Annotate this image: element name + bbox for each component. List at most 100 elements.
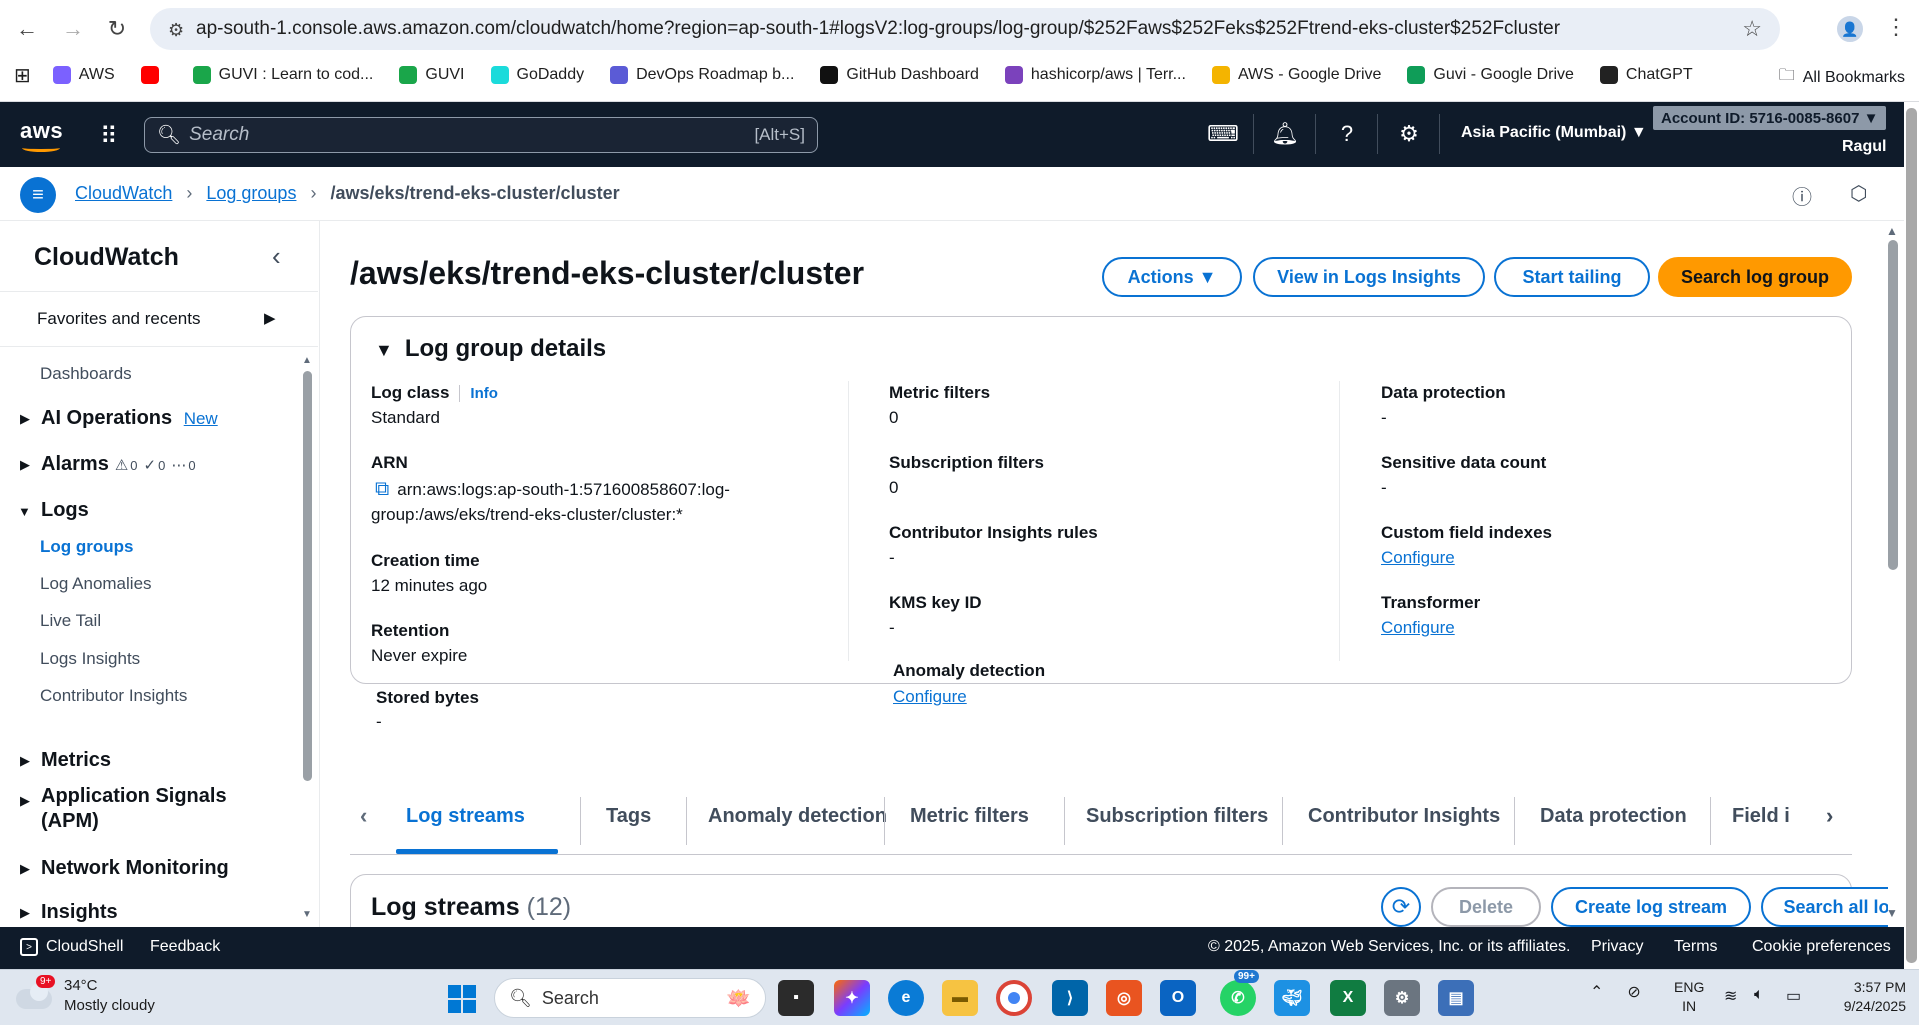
aws-logo[interactable]: aws bbox=[20, 118, 63, 152]
forward-icon[interactable]: → bbox=[58, 14, 88, 44]
wifi-icon[interactable]: ≋ bbox=[1724, 986, 1737, 1006]
sidebar-scrollbar[interactable] bbox=[303, 371, 312, 781]
cloudshell-link[interactable]: > CloudShell bbox=[20, 938, 123, 956]
region-selector[interactable]: Asia Pacific (Mumbai) ▼ bbox=[1461, 124, 1647, 142]
search-input[interactable]: 🔍︎ Search [Alt+S] bbox=[144, 117, 818, 153]
info-circle-icon[interactable]: ⓘ bbox=[1792, 181, 1812, 210]
bookmark-item[interactable]: AWS bbox=[52, 66, 115, 84]
battery-icon[interactable]: ▭ bbox=[1786, 986, 1801, 1006]
bookmark-star-icon[interactable]: ☆ bbox=[1742, 16, 1762, 42]
bookmark-item[interactable]: ChatGPT bbox=[1599, 66, 1693, 84]
edge-icon[interactable]: e bbox=[888, 980, 924, 1016]
whatsapp-icon[interactable]: ✆ 99+ bbox=[1220, 970, 1259, 1016]
address-bar[interactable]: ⚙ ap-south-1.console.aws.amazon.com/clou… bbox=[150, 8, 1780, 50]
notepad-icon[interactable]: ▤ bbox=[1438, 980, 1474, 1016]
tab-log-streams[interactable]: Log streams bbox=[406, 805, 525, 828]
create-log-stream-button[interactable]: Create log stream bbox=[1551, 887, 1751, 927]
settings-gear-icon[interactable]: ⚙ bbox=[1395, 120, 1423, 148]
scroll-up-icon[interactable]: ▲ bbox=[302, 355, 312, 366]
cloudshell-icon[interactable]: ⌨ bbox=[1207, 120, 1239, 148]
sidebar-section-insights[interactable]: Insights bbox=[41, 901, 118, 924]
chevron-up-icon[interactable]: ⌃ bbox=[1590, 984, 1603, 1001]
sidebar-item-dashboards[interactable]: Dashboards bbox=[40, 364, 132, 384]
tab-tags[interactable]: Tags bbox=[606, 805, 651, 828]
settings-icon[interactable]: ⚙ bbox=[1384, 980, 1420, 1016]
feedback-link[interactable]: Feedback bbox=[150, 938, 220, 956]
expand-triangle-icon[interactable]: ▶ bbox=[20, 457, 30, 473]
reload-icon[interactable]: ↻ bbox=[102, 14, 132, 44]
sidebar-item-log-groups[interactable]: Log groups bbox=[40, 537, 133, 557]
breadcrumb-log-groups[interactable]: Log groups bbox=[206, 183, 296, 204]
terms-link[interactable]: Terms bbox=[1674, 938, 1718, 956]
sidebar-section-metrics[interactable]: Metrics bbox=[41, 749, 111, 772]
privacy-link[interactable]: Privacy bbox=[1591, 938, 1643, 956]
weather-widget[interactable]: 9+ 34°C Mostly cloudy bbox=[14, 975, 155, 1016]
main-scrollbar[interactable] bbox=[1888, 240, 1898, 570]
volume-icon[interactable]: 🔈︎ bbox=[1754, 986, 1764, 1004]
sidebar-item-log-anomalies[interactable]: Log Anomalies bbox=[40, 574, 152, 594]
new-badge-link[interactable]: New bbox=[184, 409, 218, 428]
sidebar-section-alarms[interactable]: Alarms ⚠ 0 ✓ 0 ⋯ 0 bbox=[41, 453, 196, 476]
tabs-scroll-left-icon[interactable]: ‹ bbox=[360, 803, 367, 829]
bookmark-item[interactable]: hashicorp/aws | Terr... bbox=[1004, 66, 1186, 84]
apps-grid-icon[interactable]: ⊞ bbox=[14, 63, 31, 88]
favorites-and-recents[interactable]: Favorites and recents ▶ bbox=[0, 291, 318, 347]
tab-subscription-filters[interactable]: Subscription filters bbox=[1086, 805, 1268, 828]
expand-triangle-icon[interactable]: ▶ bbox=[20, 793, 30, 809]
all-bookmarks[interactable]: 🗀 All Bookmarks bbox=[1779, 64, 1905, 91]
notifications-bell-icon[interactable]: 🔔︎ bbox=[1271, 120, 1299, 148]
cookie-preferences-link[interactable]: Cookie preferences bbox=[1752, 938, 1891, 956]
details-header[interactable]: ▼ Log group details bbox=[375, 335, 606, 363]
account-id-menu[interactable]: Account ID: 5716-0085-8607 ▼ bbox=[1653, 106, 1887, 130]
tab-data-protection[interactable]: Data protection bbox=[1540, 805, 1687, 828]
expand-triangle-icon[interactable]: ▶ bbox=[20, 753, 30, 769]
sidebar-section-logs[interactable]: Logs bbox=[41, 499, 89, 522]
network-error-icon[interactable]: ⊘ bbox=[1627, 984, 1640, 1001]
tab-field-indexes[interactable]: Field i bbox=[1732, 805, 1794, 828]
windows-start-icon[interactable] bbox=[448, 985, 476, 1013]
system-tray[interactable]: ⌃ ⊘ bbox=[1590, 982, 1641, 1002]
transformer-configure-link[interactable]: Configure bbox=[1381, 618, 1455, 638]
bookmark-item[interactable]: GUVI : Learn to cod... bbox=[192, 66, 373, 84]
search-all-log-streams-button[interactable]: Search all log streams bbox=[1761, 887, 1888, 927]
bookmark-item[interactable]: GUVI bbox=[399, 66, 465, 84]
vscode-icon[interactable]: ⟩ bbox=[1052, 980, 1088, 1016]
main-scroll-up-icon[interactable]: ▲ bbox=[1886, 224, 1898, 238]
language-indicator[interactable]: ENG IN bbox=[1674, 978, 1704, 1016]
bookmark-item[interactable]: DevOps Roadmap b... bbox=[610, 66, 794, 84]
tab-metric-filters[interactable]: Metric filters bbox=[910, 805, 1029, 828]
view-in-logs-insights-button[interactable]: View in Logs Insights bbox=[1253, 257, 1485, 297]
file-explorer-icon[interactable]: ▬ bbox=[942, 980, 978, 1016]
collapse-triangle-icon[interactable]: ▼ bbox=[18, 504, 31, 519]
sidebar-section-ai-operations[interactable]: AI Operations New bbox=[41, 407, 218, 430]
bookmark-item[interactable] bbox=[140, 66, 167, 84]
outlook-icon[interactable]: O bbox=[1160, 980, 1196, 1016]
delete-button[interactable]: Delete bbox=[1431, 887, 1541, 927]
sidebar-section-application-signals[interactable]: Application Signals bbox=[41, 785, 227, 808]
docker-icon[interactable]: 🐳︎ bbox=[1274, 980, 1310, 1016]
chrome-menu-icon[interactable]: ⋮ bbox=[1885, 14, 1907, 40]
copilot-icon[interactable]: ✦ bbox=[834, 980, 870, 1016]
bookmark-item[interactable]: GoDaddy bbox=[490, 66, 584, 84]
ubuntu-icon[interactable]: ◎ bbox=[1106, 980, 1142, 1016]
bookmark-item[interactable]: AWS - Google Drive bbox=[1211, 66, 1381, 84]
anomaly-detection-configure-link[interactable]: Configure bbox=[893, 687, 967, 707]
services-grid-icon[interactable]: ⠿ bbox=[100, 122, 118, 151]
sidebar-item-logs-insights[interactable]: Logs Insights bbox=[40, 649, 140, 669]
tabs-scroll-right-icon[interactable]: › bbox=[1826, 803, 1833, 829]
start-tailing-button[interactable]: Start tailing bbox=[1494, 257, 1650, 297]
tab-anomaly-detection[interactable]: Anomaly detection bbox=[708, 805, 887, 828]
user-name[interactable]: Ragul bbox=[1842, 138, 1886, 156]
search-log-group-button[interactable]: Search log group bbox=[1658, 257, 1852, 297]
refresh-icon[interactable]: ⟳ bbox=[1381, 887, 1421, 927]
breadcrumb-cloudwatch[interactable]: CloudWatch bbox=[75, 183, 172, 204]
bookmark-item[interactable]: Guvi - Google Drive bbox=[1407, 66, 1574, 84]
excel-icon[interactable]: X bbox=[1330, 980, 1366, 1016]
taskbar-search[interactable]: 🔍︎ Search 🪷 bbox=[494, 978, 766, 1018]
bookmark-item[interactable]: GitHub Dashboard bbox=[820, 66, 979, 84]
copy-icon[interactable]: ⧉ bbox=[375, 478, 389, 500]
actions-button[interactable]: Actions ▼ bbox=[1102, 257, 1242, 297]
clock[interactable]: 3:57 PM 9/24/2025 bbox=[1826, 978, 1906, 1016]
info-link[interactable]: Info bbox=[459, 385, 498, 402]
help-icon[interactable]: ? bbox=[1333, 120, 1361, 148]
